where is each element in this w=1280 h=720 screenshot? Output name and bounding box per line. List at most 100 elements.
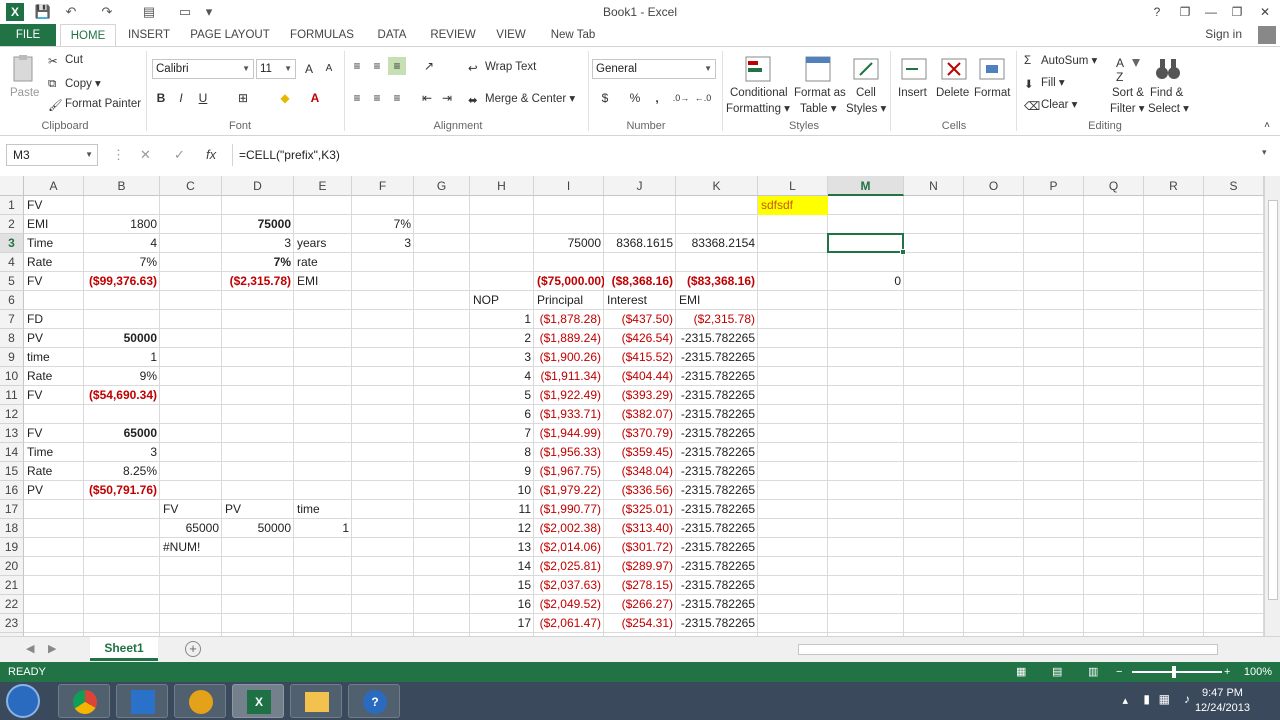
row-header-1[interactable]: 1 — [0, 196, 24, 215]
column-header-i[interactable]: I — [534, 176, 604, 196]
cell-i3[interactable]: 75000 — [534, 234, 604, 253]
expand-formula-icon[interactable]: ▾ — [1262, 147, 1267, 158]
copy-button[interactable]: ⧉ Copy ▾ — [48, 76, 101, 90]
cell-styles-label[interactable]: Cell — [856, 87, 876, 99]
row-header-5[interactable]: 5 — [0, 272, 24, 291]
comma-button[interactable]: , — [648, 89, 666, 107]
cell-k22[interactable]: -2315.782265 — [676, 595, 758, 614]
cell-b2[interactable]: 1800 — [84, 215, 160, 234]
chrome-icon[interactable] — [58, 684, 110, 718]
find-select-label[interactable]: Find & — [1150, 87, 1183, 99]
row-header-23[interactable]: 23 — [0, 614, 24, 633]
page-layout-view-icon[interactable]: ▤ — [1052, 662, 1062, 682]
row-header-15[interactable]: 15 — [0, 462, 24, 481]
cell-k12[interactable]: -2315.782265 — [676, 405, 758, 424]
user-avatar[interactable] — [1258, 26, 1276, 44]
align-left-icon[interactable]: ≡ — [348, 89, 366, 107]
column-header-f[interactable]: F — [352, 176, 414, 196]
tab-home[interactable]: HOME — [60, 24, 116, 46]
conditional-formatting-label[interactable]: Conditional — [730, 87, 788, 99]
select-all-corner[interactable] — [0, 176, 24, 196]
cell-c19[interactable]: #NUM! — [160, 538, 294, 557]
align-right-icon[interactable]: ≡ — [388, 89, 406, 107]
horizontal-scroll-thumb[interactable] — [798, 644, 1218, 655]
cell-f2[interactable]: 7% — [352, 215, 414, 234]
enter-icon[interactable]: ✓ — [174, 147, 185, 163]
cell-h15[interactable]: 9 — [470, 462, 534, 481]
prev-sheet-icon[interactable]: ◀ — [26, 642, 34, 655]
vertical-scrollbar[interactable] — [1264, 176, 1280, 636]
flower-app-icon[interactable] — [174, 684, 226, 718]
cell-d4[interactable]: 7% — [222, 253, 294, 272]
row-header-8[interactable]: 8 — [0, 329, 24, 348]
zoom-in-icon[interactable]: + — [1224, 662, 1230, 682]
cell-a15[interactable]: Rate — [24, 462, 84, 481]
cell-k5[interactable]: ($83,368.16) — [676, 272, 758, 291]
cell-i18[interactable]: ($2,002.38) — [534, 519, 604, 538]
cell-d18[interactable]: 50000 — [222, 519, 294, 538]
network-icon[interactable]: ▦ — [1159, 692, 1170, 706]
cell-b9[interactable]: 1 — [84, 348, 160, 367]
cell-h18[interactable]: 12 — [470, 519, 534, 538]
cell-k14[interactable]: -2315.782265 — [676, 443, 758, 462]
format-as-table-label2[interactable]: Table ▾ — [800, 101, 836, 115]
excel-taskbar-icon[interactable]: X — [232, 684, 284, 718]
font-color-icon[interactable]: A — [306, 89, 324, 107]
cell-j9[interactable]: ($415.52) — [604, 348, 676, 367]
fill-button[interactable]: ⬇ Fill ▾ — [1024, 75, 1065, 91]
selected-cell-m3[interactable] — [827, 233, 904, 253]
next-sheet-icon[interactable]: ▶ — [48, 642, 56, 655]
cell-a2[interactable]: EMI — [24, 215, 84, 234]
underline-button[interactable]: U — [194, 89, 212, 107]
row-header-7[interactable]: 7 — [0, 310, 24, 329]
decrease-decimal-icon[interactable]: ←.0 — [694, 89, 712, 107]
row-header-14[interactable]: 14 — [0, 443, 24, 462]
column-header-e[interactable]: E — [294, 176, 352, 196]
cell-i15[interactable]: ($1,967.75) — [534, 462, 604, 481]
column-header-o[interactable]: O — [964, 176, 1024, 196]
row-header-18[interactable]: 18 — [0, 519, 24, 538]
collapse-ribbon-icon[interactable]: ˄ — [1258, 117, 1276, 135]
cell-a16[interactable]: PV — [24, 481, 84, 500]
cell-b3[interactable]: 4 — [84, 234, 160, 253]
format-as-table-label[interactable]: Format as — [794, 87, 846, 99]
row-header-13[interactable]: 13 — [0, 424, 24, 443]
binoculars-icon[interactable] — [1152, 53, 1184, 85]
cell-a13[interactable]: FV — [24, 424, 84, 443]
row-header-11[interactable]: 11 — [0, 386, 24, 405]
format-button[interactable]: Format — [974, 87, 1010, 99]
cell-i19[interactable]: ($2,014.06) — [534, 538, 604, 557]
cell-i14[interactable]: ($1,956.33) — [534, 443, 604, 462]
column-header-c[interactable]: C — [160, 176, 222, 196]
cell-a1[interactable]: FV — [24, 196, 84, 215]
cell-a3[interactable]: Time — [24, 234, 84, 253]
cell-b10[interactable]: 9% — [84, 367, 160, 386]
cell-j10[interactable]: ($404.44) — [604, 367, 676, 386]
cut-button[interactable]: ✂ Cut — [48, 54, 83, 68]
paste-icon[interactable] — [8, 53, 40, 85]
cell-b4[interactable]: 7% — [84, 253, 160, 272]
row-header-12[interactable]: 12 — [0, 405, 24, 424]
cell-i21[interactable]: ($2,037.63) — [534, 576, 604, 595]
cell-h14[interactable]: 8 — [470, 443, 534, 462]
maximize-button[interactable]: ❐ — [1224, 2, 1250, 22]
cell-b11[interactable]: ($54,690.34) — [84, 386, 160, 405]
align-center-icon[interactable]: ≡ — [368, 89, 386, 107]
row-header-2[interactable]: 2 — [0, 215, 24, 234]
tab-view[interactable]: VIEW — [490, 24, 532, 46]
start-button-icon[interactable] — [6, 684, 40, 718]
cell-a10[interactable]: Rate — [24, 367, 84, 386]
column-header-l[interactable]: L — [758, 176, 828, 196]
zoom-slider[interactable] — [1132, 671, 1222, 673]
font-name-select[interactable]: Calibri ▼ — [152, 59, 254, 79]
cell-d17[interactable]: PV — [222, 500, 294, 519]
cell-e5[interactable]: EMI — [294, 272, 352, 291]
cell-a7[interactable]: FD — [24, 310, 84, 329]
format-as-table-icon[interactable] — [802, 53, 834, 85]
cell-b14[interactable]: 3 — [84, 443, 160, 462]
merge-center-button[interactable]: ⬌ Merge & Center ▾ — [468, 91, 575, 107]
cell-i6[interactable]: Principal — [534, 291, 604, 310]
percent-button[interactable]: % — [626, 89, 644, 107]
cell-l1[interactable]: sdfsdf — [758, 196, 828, 215]
cell-d3[interactable]: 3 — [222, 234, 294, 253]
